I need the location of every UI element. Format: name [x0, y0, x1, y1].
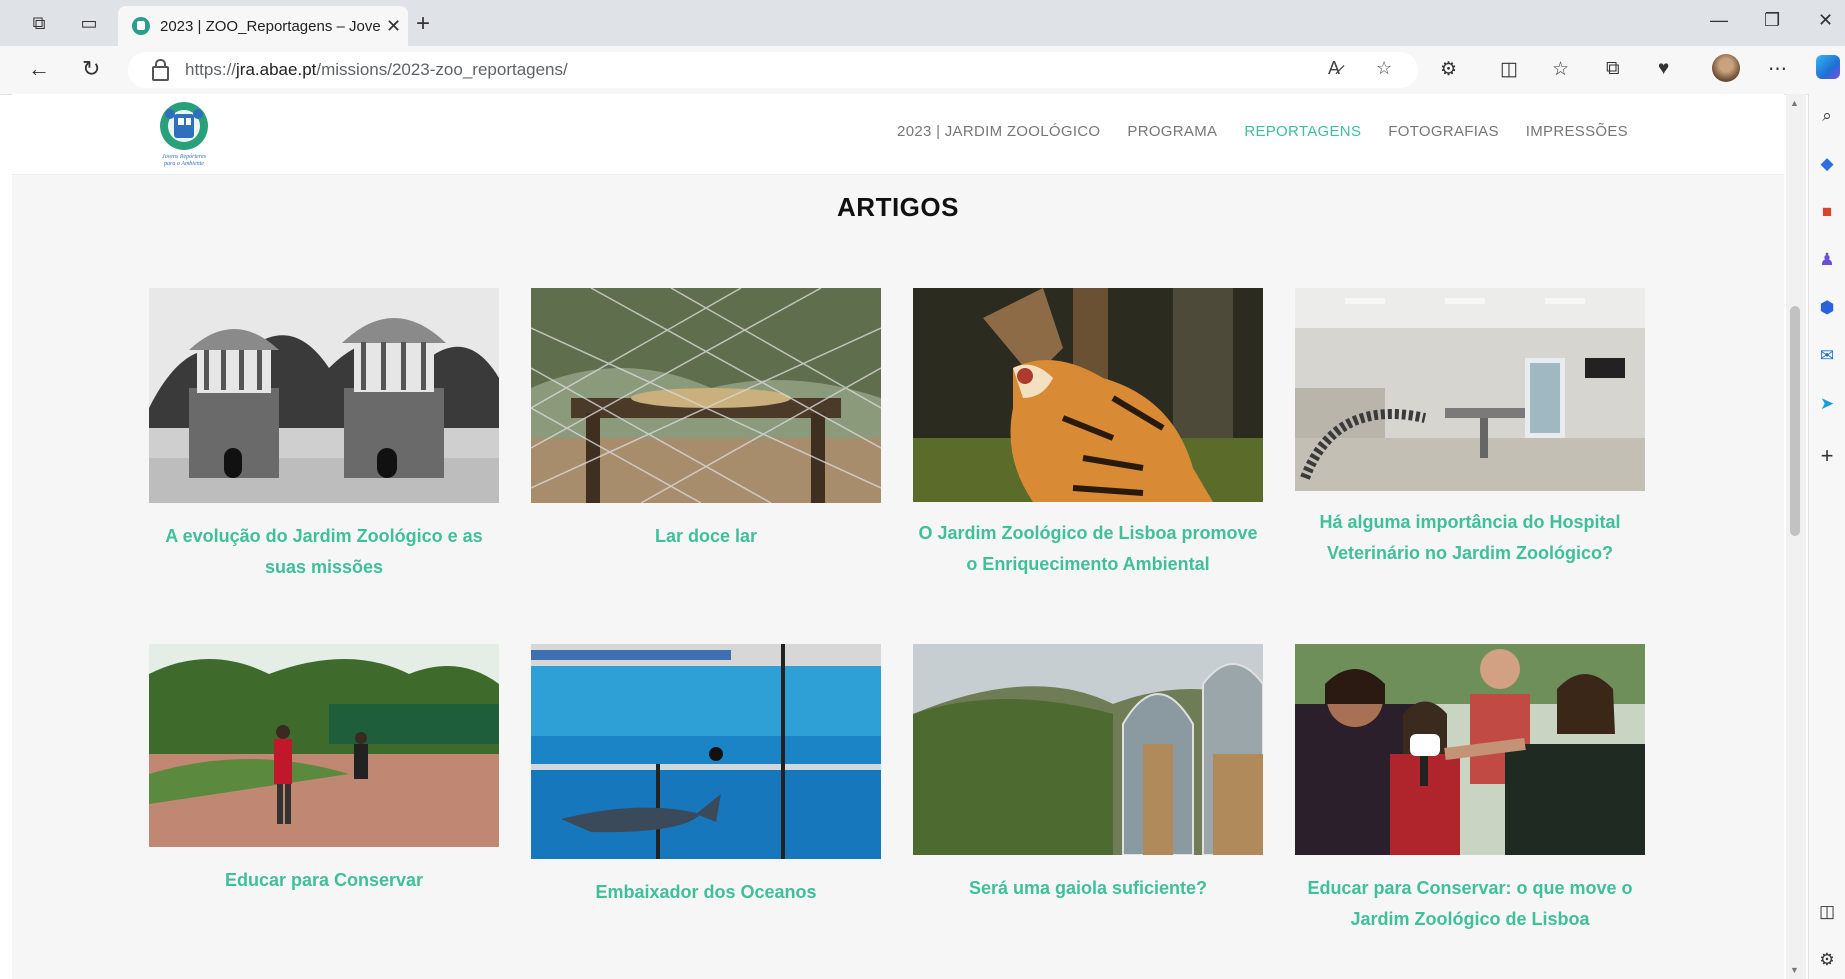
scroll-down-arrow-icon[interactable]: ▼: [1790, 965, 1799, 975]
article-card[interactable]: Será uma gaiola suficiente?: [913, 644, 1263, 904]
copilot-icon[interactable]: [1816, 55, 1840, 79]
games-icon[interactable]: ♟: [1817, 250, 1837, 270]
hide-sidebar-icon[interactable]: ◫: [1817, 902, 1837, 922]
dolphin-pool-photo[interactable]: [531, 644, 881, 859]
article-title[interactable]: Será uma gaiola suficiente?: [913, 873, 1263, 904]
nav-item-programa[interactable]: PROGRAMA: [1127, 123, 1217, 140]
article-title[interactable]: Educar para Conservar: [149, 865, 499, 896]
scrollbar-thumb[interactable]: [1790, 306, 1800, 536]
veterinary-hospital-photo[interactable]: [1295, 288, 1645, 491]
restore-icon[interactable]: ❐: [1764, 10, 1780, 31]
address-bar[interactable]: https://jra.abae.pt/missions/2023-zoo_re…: [128, 52, 1418, 88]
scroll-up-arrow-icon[interactable]: ▲: [1790, 98, 1799, 108]
zoo-garden-path-photo[interactable]: [149, 644, 499, 847]
nav-item-fotografias[interactable]: FOTOGRAFIAS: [1388, 123, 1499, 140]
tools-briefcase-icon[interactable]: ■: [1817, 202, 1837, 222]
article-card[interactable]: Educar para Conservar: [149, 644, 499, 896]
profile-avatar[interactable]: [1712, 54, 1740, 82]
read-aloud-icon[interactable]: A̷: [1328, 58, 1340, 79]
nav-item-impress-es[interactable]: IMPRESSÕES: [1526, 123, 1628, 140]
page-scrollbar[interactable]: ▲ ▼: [1786, 94, 1806, 979]
article-card[interactable]: Há alguma importância do Hospital Veteri…: [1295, 288, 1645, 569]
article-card[interactable]: O Jardim Zoológico de Lisboa promove o E…: [913, 288, 1263, 580]
aviary-cage-photo[interactable]: [913, 644, 1263, 855]
nav-item-reportagens[interactable]: REPORTAGENS: [1244, 123, 1361, 140]
collections-icon[interactable]: ⧉: [1606, 58, 1620, 80]
refresh-icon[interactable]: ↻: [82, 56, 100, 82]
browser-tab-bar: ⧉ ▭ 2023 | ZOO_Reportagens – Joven ✕ + —…: [0, 0, 1845, 46]
main-navigation: 2023 | JARDIM ZOOLÓGICO PROGRAMA REPORTAGE…: [897, 123, 1628, 140]
extensions-icon[interactable]: ⚙: [1440, 58, 1457, 81]
historic-zoo-entrance-photo[interactable]: [149, 288, 499, 503]
student-interview-photo[interactable]: [1295, 644, 1645, 855]
more-options-icon[interactable]: ⋯: [1768, 58, 1787, 81]
article-card[interactable]: Educar para Conservar: o que move o Jard…: [1295, 644, 1645, 935]
microsoft-365-icon[interactable]: ⬢: [1817, 298, 1837, 318]
drop-send-icon[interactable]: ➤: [1817, 394, 1837, 414]
article-title[interactable]: Educar para Conservar: o que move o Jard…: [1295, 873, 1645, 935]
tab-close-icon[interactable]: ✕: [386, 16, 401, 37]
article-title[interactable]: O Jardim Zoológico de Lisboa promove o E…: [913, 518, 1263, 580]
favorite-star-icon[interactable]: ☆: [1376, 58, 1392, 79]
sidebar-settings-icon[interactable]: ⚙: [1817, 950, 1837, 970]
article-title[interactable]: Lar doce lar: [531, 521, 881, 552]
window-close-icon[interactable]: ✕: [1818, 10, 1833, 31]
url-text[interactable]: https://jra.abae.pt/missions/2023-zoo_re…: [185, 60, 568, 80]
article-card[interactable]: Lar doce lar: [531, 288, 881, 552]
search-icon[interactable]: ⌕: [1817, 106, 1837, 126]
article-card[interactable]: A evolução do Jardim Zoológico e as suas…: [149, 288, 499, 583]
shopping-tag-icon[interactable]: ◆: [1817, 154, 1837, 174]
section-title: ARTIGOS: [837, 192, 959, 222]
tab-title: 2023 | ZOO_Reportagens – Joven: [160, 17, 380, 35]
article-title[interactable]: A evolução do Jardim Zoológico e as suas…: [149, 521, 499, 583]
lock-icon[interactable]: [152, 58, 169, 81]
logo-text-line2: para o Ambiente: [163, 161, 204, 167]
browser-sidebar: ⌕ ◆ ■ ♟ ⬢ ✉ ➤ + ◫ ⚙: [1808, 94, 1845, 979]
add-sidebar-app-icon[interactable]: +: [1817, 443, 1837, 468]
back-icon[interactable]: ←: [28, 56, 50, 82]
site-favicon-icon: [132, 17, 150, 35]
workspaces-icon[interactable]: ⧉: [24, 9, 54, 37]
vertical-tabs-icon[interactable]: ▭: [74, 9, 104, 37]
page-viewport: Jovens Repórteres para o Ambiente 2023 |…: [12, 94, 1784, 979]
site-logo[interactable]: Jovens Repórteres para o Ambiente: [152, 100, 216, 168]
split-screen-icon[interactable]: ◫: [1500, 58, 1518, 81]
minimize-icon[interactable]: —: [1710, 10, 1728, 31]
article-title[interactable]: Há alguma importância do Hospital Veteri…: [1295, 507, 1645, 569]
logo-text-line1: Jovens Repórteres: [162, 154, 207, 160]
jaguar-enclosure-photo[interactable]: [531, 288, 881, 503]
article-card[interactable]: Embaixador dos Oceanos: [531, 644, 881, 908]
browser-essentials-icon[interactable]: ♥: [1658, 58, 1669, 80]
article-title[interactable]: Embaixador dos Oceanos: [531, 877, 881, 908]
new-tab-icon[interactable]: +: [416, 10, 430, 38]
site-header: Jovens Repórteres para o Ambiente 2023 |…: [12, 94, 1784, 175]
nav-item-2023-jardim-zool-gico[interactable]: 2023 | JARDIM ZOOLÓGICO: [897, 123, 1100, 140]
favorites-icon[interactable]: ☆: [1552, 58, 1569, 81]
tiger-feeding-photo[interactable]: [913, 288, 1263, 502]
browser-tab-active[interactable]: 2023 | ZOO_Reportagens – Joven ✕: [118, 6, 408, 46]
outlook-icon[interactable]: ✉: [1817, 346, 1837, 366]
